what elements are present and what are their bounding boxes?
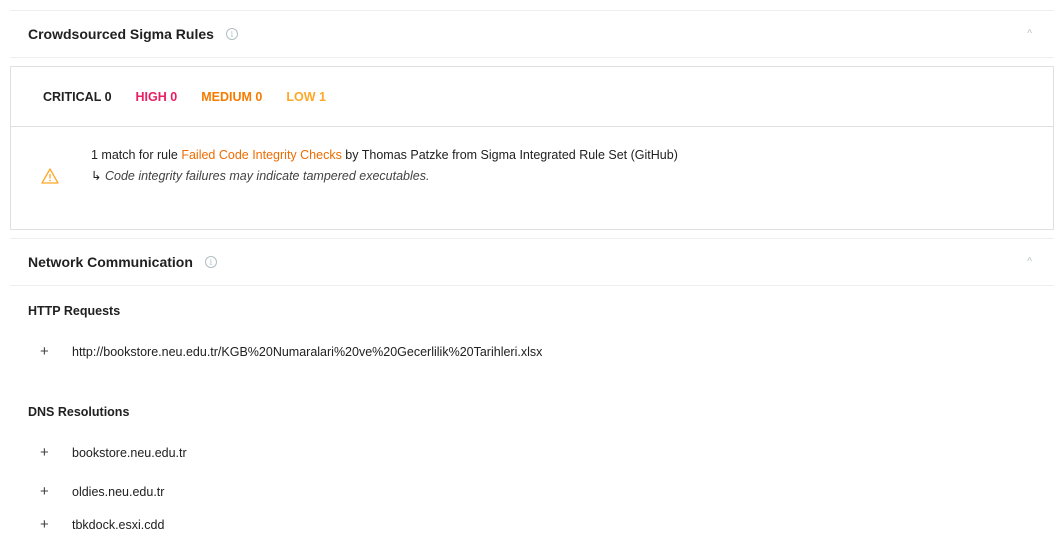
chevron-up-icon[interactable]: ^	[1027, 257, 1032, 268]
http-request-item[interactable]: + http://bookstore.neu.edu.tr/KGB%20Numa…	[40, 343, 542, 360]
info-icon[interactable]: i	[204, 256, 217, 268]
match-suffix: by Thomas Patzke from Sigma Integrated R…	[341, 148, 678, 162]
severity-high[interactable]: HIGH 0	[136, 90, 178, 104]
sigma-section-header[interactable]: Crowdsourced Sigma Rules i ^	[10, 10, 1054, 58]
sigma-section-title: Crowdsourced Sigma Rules	[28, 26, 214, 42]
match-description: Code integrity failures may indicate tam…	[104, 169, 430, 183]
match-description-line: ↳ Code integrity failures may indicate t…	[91, 166, 1053, 187]
plus-icon[interactable]: +	[40, 483, 62, 500]
plus-icon[interactable]: +	[40, 343, 62, 360]
sigma-match-text: 1 match for rule Failed Code Integrity C…	[91, 145, 751, 166]
dns-item[interactable]: + oldies.neu.edu.tr	[40, 483, 164, 500]
severity-counts: CRITICAL 0 HIGH 0 MEDIUM 0 LOW 1	[11, 67, 1053, 127]
severity-critical[interactable]: CRITICAL 0	[43, 90, 112, 104]
dns-item[interactable]: + bookstore.neu.edu.tr	[40, 444, 187, 461]
rule-link[interactable]: Failed Code Integrity Checks	[181, 148, 342, 162]
severity-medium[interactable]: MEDIUM 0	[201, 90, 262, 104]
return-arrow-icon: ↳	[91, 169, 102, 183]
info-icon[interactable]: i	[225, 28, 238, 40]
warning-icon	[41, 168, 59, 184]
sigma-match-row: 1 match for rule Failed Code Integrity C…	[11, 127, 1053, 187]
severity-low[interactable]: LOW 1	[286, 90, 326, 104]
chevron-up-icon[interactable]: ^	[1027, 29, 1032, 40]
network-section-title: Network Communication	[28, 254, 193, 270]
plus-icon[interactable]: +	[40, 516, 62, 533]
http-requests-heading: HTTP Requests	[28, 304, 121, 318]
dns-hostname[interactable]: bookstore.neu.edu.tr	[72, 446, 187, 460]
sigma-rules-panel: CRITICAL 0 HIGH 0 MEDIUM 0 LOW 1 1 match…	[10, 66, 1054, 230]
plus-icon[interactable]: +	[40, 444, 62, 461]
dns-item[interactable]: + tbkdock.esxi.cdd	[40, 516, 164, 533]
match-prefix: 1 match for rule	[91, 148, 182, 162]
network-section-header[interactable]: Network Communication i ^	[10, 238, 1054, 286]
dns-hostname[interactable]: oldies.neu.edu.tr	[72, 485, 164, 499]
dns-resolutions-heading: DNS Resolutions	[28, 405, 130, 419]
http-request-url[interactable]: http://bookstore.neu.edu.tr/KGB%20Numara…	[72, 345, 542, 359]
dns-hostname[interactable]: tbkdock.esxi.cdd	[72, 518, 164, 532]
